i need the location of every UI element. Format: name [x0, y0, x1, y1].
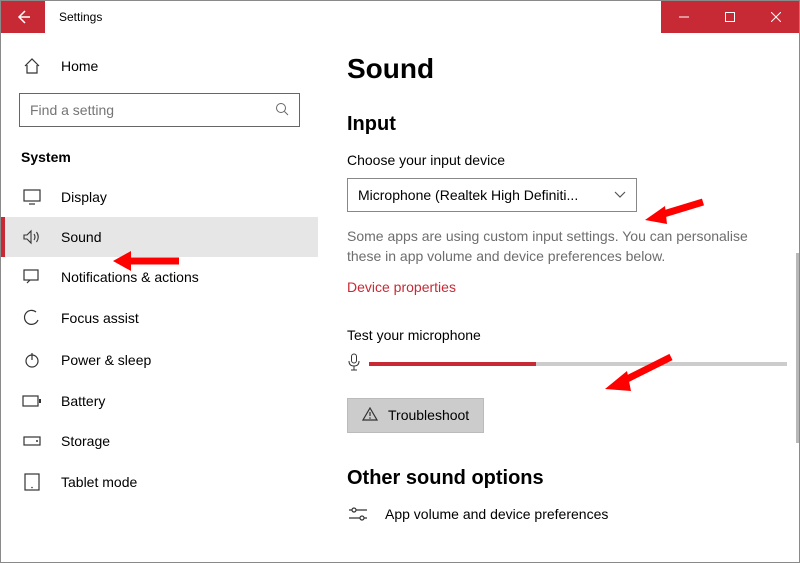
sidebar-home-label: Home: [61, 58, 98, 74]
input-hint-text: Some apps are using custom input setting…: [347, 226, 767, 267]
window-title: Settings: [45, 1, 661, 33]
sidebar-item-sound[interactable]: Sound: [1, 217, 318, 257]
app-volume-label: App volume and device preferences: [385, 506, 608, 522]
app-volume-option[interactable]: App volume and device preferences: [347, 506, 799, 522]
maximize-button[interactable]: [707, 1, 753, 33]
sidebar-item-power-sleep[interactable]: Power & sleep: [1, 339, 318, 381]
window-controls: [661, 1, 799, 33]
device-properties-link[interactable]: Device properties: [347, 279, 456, 295]
sidebar-home[interactable]: Home: [1, 47, 318, 85]
input-section-title: Input: [347, 113, 799, 136]
sidebar-item-storage[interactable]: Storage: [1, 421, 318, 461]
sliders-icon: [347, 506, 369, 522]
content-area: Home System Display Sound Notifica: [1, 33, 799, 564]
microphone-level-meter: [369, 362, 787, 366]
sidebar-item-label: Notifications & actions: [61, 269, 199, 285]
test-mic-label: Test your microphone: [347, 327, 799, 343]
sidebar-item-tablet-mode[interactable]: Tablet mode: [1, 461, 318, 503]
search-icon: [275, 102, 289, 119]
warning-icon: [362, 407, 378, 424]
scrollbar[interactable]: [796, 253, 799, 443]
storage-icon: [21, 434, 43, 448]
main-content: Sound Input Choose your input device Mic…: [319, 33, 799, 564]
microphone-icon: [347, 353, 361, 376]
focus-assist-icon: [21, 309, 43, 327]
sound-icon: [21, 229, 43, 245]
close-button[interactable]: [753, 1, 799, 33]
titlebar: Settings: [1, 1, 799, 33]
back-button[interactable]: [1, 1, 45, 33]
notifications-icon: [21, 269, 43, 285]
sidebar-item-label: Display: [61, 189, 107, 205]
sidebar-item-label: Battery: [61, 393, 105, 409]
sidebar-item-label: Power & sleep: [61, 352, 151, 368]
power-icon: [21, 351, 43, 369]
chevron-down-icon: [614, 188, 626, 202]
sidebar-item-focus-assist[interactable]: Focus assist: [1, 297, 318, 339]
sidebar-item-display[interactable]: Display: [1, 177, 318, 217]
search-box[interactable]: [19, 93, 300, 127]
sidebar-item-label: Tablet mode: [61, 474, 137, 490]
search-input[interactable]: [30, 102, 275, 118]
dropdown-selected-text: Microphone (Realtek High Definiti...: [358, 187, 578, 203]
sidebar-category-label: System: [1, 143, 318, 177]
sidebar-item-label: Sound: [61, 229, 101, 245]
minimize-icon: [679, 12, 689, 22]
microphone-meter-row: [347, 353, 787, 376]
battery-icon: [21, 395, 43, 407]
arrow-left-icon: [15, 9, 31, 25]
tablet-icon: [21, 473, 43, 491]
sidebar: Home System Display Sound Notifica: [1, 33, 319, 564]
maximize-icon: [725, 12, 735, 22]
microphone-level-fill: [369, 362, 536, 366]
page-title: Sound: [347, 53, 799, 85]
troubleshoot-button[interactable]: Troubleshoot: [347, 398, 484, 433]
input-device-dropdown[interactable]: Microphone (Realtek High Definiti...: [347, 178, 637, 212]
sidebar-item-label: Storage: [61, 433, 110, 449]
display-icon: [21, 189, 43, 205]
home-icon: [21, 57, 43, 75]
sidebar-item-notifications[interactable]: Notifications & actions: [1, 257, 318, 297]
other-section-title: Other sound options: [347, 467, 799, 490]
close-icon: [771, 12, 781, 22]
troubleshoot-label: Troubleshoot: [388, 407, 469, 423]
sidebar-item-label: Focus assist: [61, 310, 139, 326]
sidebar-item-battery[interactable]: Battery: [1, 381, 318, 421]
minimize-button[interactable]: [661, 1, 707, 33]
input-device-label: Choose your input device: [347, 152, 799, 168]
